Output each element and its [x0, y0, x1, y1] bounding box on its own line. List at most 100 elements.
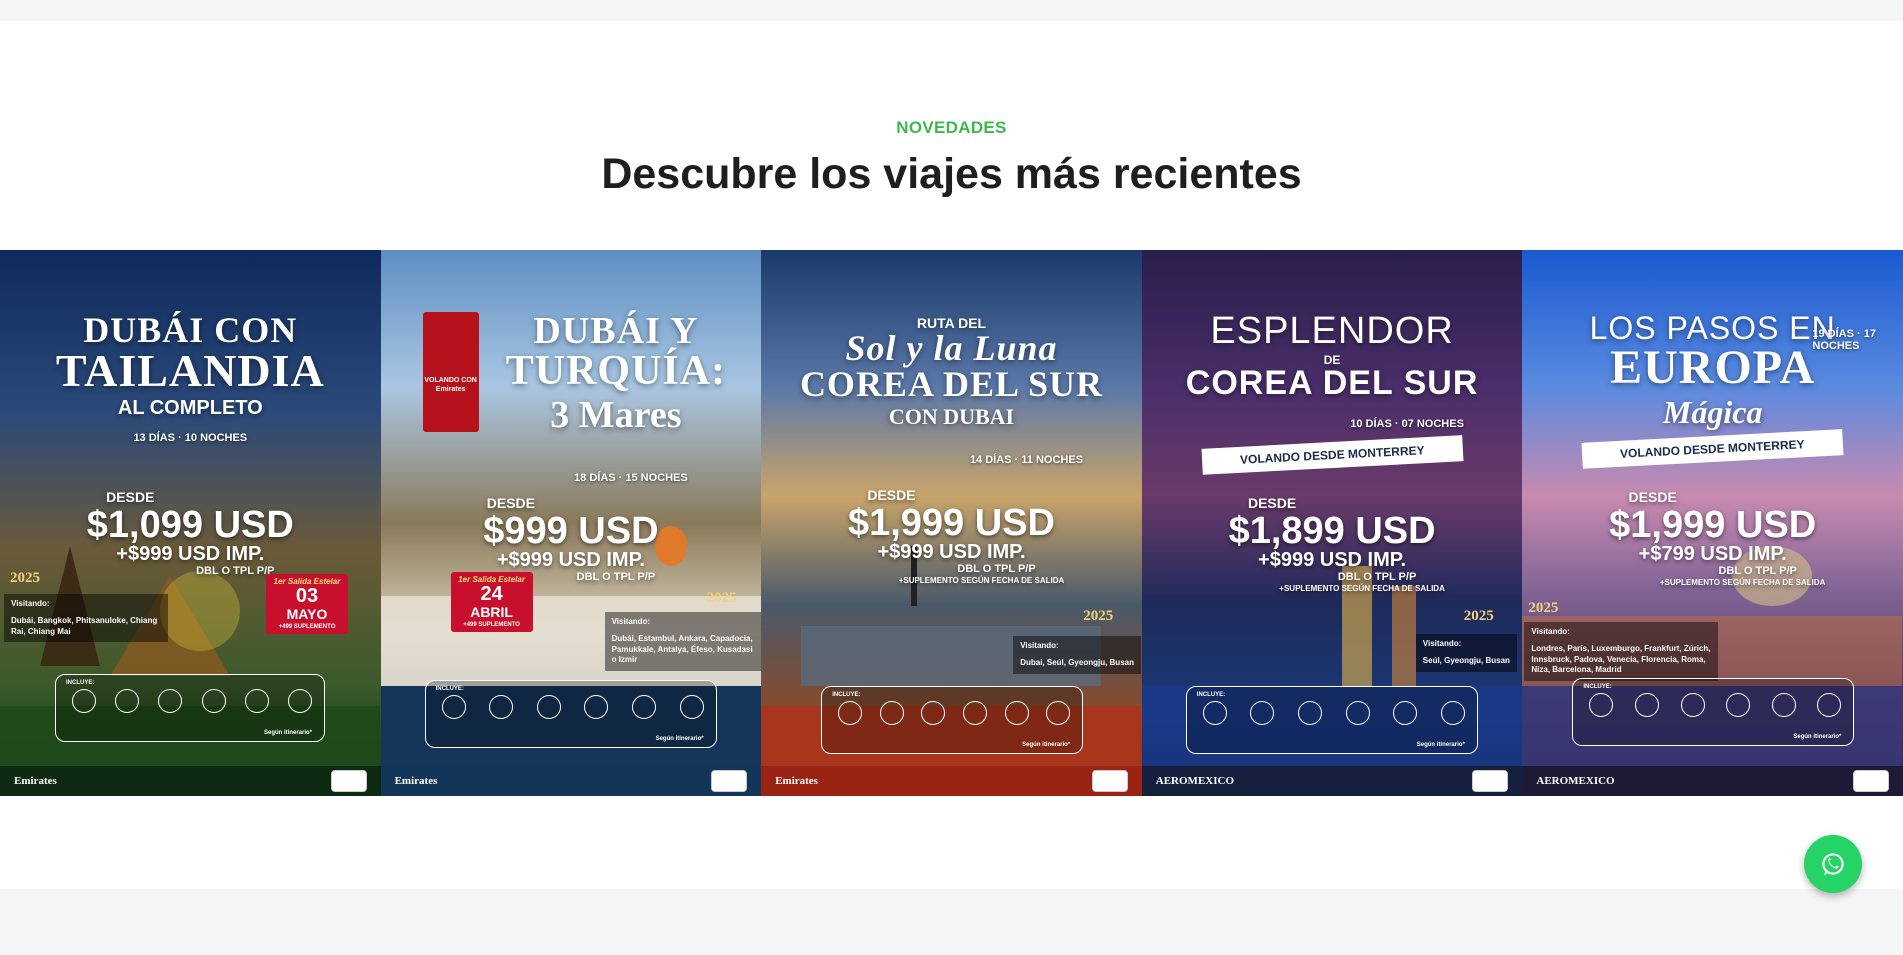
year-tag: 2025 [1463, 608, 1494, 624]
includes-label: INCLUYE: [66, 680, 95, 686]
backpack-icon [1046, 701, 1071, 725]
includes-icons [1202, 701, 1465, 725]
backpack-icon [679, 695, 704, 719]
card-heading: DUBÁI CON TAILANDIA AL COMPLETO [0, 312, 381, 418]
includes-note: Según itinerario* [263, 730, 312, 736]
includes-note: Según itinerario* [655, 736, 704, 742]
price-block: DESDE $1,899 USD +$999 USD IMP. DBL O TP… [1142, 496, 1523, 593]
agency-logo [1472, 770, 1509, 792]
includes-note: Según itinerario* [1793, 734, 1842, 740]
includes-box: INCLUYE: Según itinerario* [55, 674, 325, 742]
trip-card-esplendor-corea[interactable]: ESPLENDOR DE COREA DEL SUR 10 DÍAS · 07 … [1141, 250, 1523, 796]
guide-icon [1771, 693, 1796, 717]
section-title: Descubre los viajes más recientes [601, 150, 1302, 198]
agency-logo [711, 770, 748, 792]
agency-logo [1091, 770, 1128, 792]
price-main: $1,899 USD [1228, 510, 1436, 552]
card-heading: ESPLENDOR DE COREA DEL SUR [1142, 312, 1523, 400]
trip-card-corea-dubai[interactable]: RUTA DEL Sol y la Luna COREA DEL SUR CON… [761, 250, 1142, 796]
price-taxes: +$799 USD IMP. [1638, 543, 1787, 565]
price-supplement: +SUPLEMENTO SEGÚN FECHA DE SALIDA [1279, 584, 1445, 593]
star-note: +499 SUPLEMENTO [463, 622, 520, 629]
bus-icon [1250, 701, 1275, 725]
price-block: DESDE $1,099 USD +$999 USD IMP. DBL O TP… [0, 490, 381, 577]
bus-icon [879, 701, 904, 725]
visit-list: Visitando: Seúl, Gyeongju, Busan [1415, 634, 1517, 672]
includes-icons [72, 689, 312, 713]
backpack-icon [1440, 701, 1465, 725]
price-main: $1,099 USD [86, 504, 294, 546]
airline-logo: AEROMEXICO [1155, 775, 1235, 787]
visit-title: Visitando: [1020, 641, 1059, 650]
hotel-icon [536, 695, 561, 719]
bus-icon [489, 695, 514, 719]
trip-card-dubai-turquia[interactable]: VOLANDO CON Emirates DUBÁI Y TURQUÍA: 3 … [380, 250, 762, 796]
visit-list: Visitando: Londres, París, Luxemburgo, F… [1524, 622, 1719, 682]
star-day: 03 [295, 585, 319, 608]
heading-line-2: COREA DEL SUR [1185, 364, 1479, 402]
heading-line-3: 3 Mares [550, 394, 682, 436]
star-month: MAYO [286, 606, 328, 623]
price-main: $1,999 USD [847, 502, 1055, 544]
airline-logo: Emirates [14, 775, 57, 787]
includes-box: INCLUYE: Según itinerario* [424, 680, 717, 748]
heading-line-2: COREA DEL SUR [799, 364, 1104, 404]
meal-icon [1726, 693, 1751, 717]
bus-icon [115, 689, 140, 713]
guide-icon [631, 695, 656, 719]
hotel-icon [158, 689, 183, 713]
plane-icon [441, 695, 466, 719]
agency-logo [330, 770, 367, 792]
trip-duration: 13 DÍAS · 10 NOCHES [133, 432, 248, 444]
price-occupancy: DBL O TPL P/P [1718, 565, 1797, 577]
guide-icon [1393, 701, 1418, 725]
includes-box: INCLUYE: Según itinerario* [1572, 678, 1855, 746]
card-footer: Emirates [380, 766, 762, 796]
visit-places: Seúl, Gyeongju, Busan [1422, 655, 1510, 665]
heading-line-2: TURQUÍA: [505, 348, 727, 394]
price-desde: DESDE [486, 495, 535, 511]
visit-title: Visitando: [611, 617, 651, 626]
trip-card-europa-magica[interactable]: LOS PASOS EN EUROPA Mágica 19 DÍAS · 17 … [1522, 250, 1903, 796]
price-supplement: +SUPLEMENTO SEGÚN FECHA DE SALIDA [898, 576, 1065, 585]
price-block: DESDE $1,999 USD +$999 USD IMP. DBL O TP… [761, 488, 1142, 585]
includes-box: INCLUYE: Según itinerario* [1185, 686, 1478, 754]
agency-logo [1852, 770, 1889, 792]
trip-duration: 18 DÍAS · 15 NOCHES [574, 472, 688, 484]
star-departure-badge: 1er Salida Estelar 03 MAYO +499 SUPLEMEN… [266, 574, 348, 635]
includes-label: INCLUYE: [832, 692, 861, 698]
trip-duration: 10 DÍAS · 07 NOCHES [1350, 418, 1464, 430]
guide-icon [244, 689, 269, 713]
airline-logo: Emirates [394, 775, 438, 787]
card-heading: DUBÁI Y TURQUÍA: 3 Mares [471, 312, 762, 434]
visit-places: Dubái, Bangkok, Phitsanuloke, Chiang Rai… [11, 615, 158, 636]
visit-title: Visitando: [11, 599, 50, 608]
price-taxes: +$999 USD IMP. [116, 543, 265, 565]
card-footer: AEROMEXICO [1141, 766, 1523, 796]
heading-line-1: DUBÁI CON [83, 310, 298, 350]
trip-duration: 14 DÍAS · 11 NOCHES [969, 454, 1084, 466]
plane-icon [1589, 693, 1614, 717]
trips-carousel[interactable]: DUBÁI CON TAILANDIA AL COMPLETO 13 DÍAS … [0, 250, 1903, 796]
heading-line-1: Sol y la Luna [845, 328, 1058, 368]
card-footer: AEROMEXICO [1522, 766, 1903, 796]
trip-card-dubai-tailandia[interactable]: DUBÁI CON TAILANDIA AL COMPLETO 13 DÍAS … [0, 250, 381, 796]
visit-list: Visitando: Dubái, Estambul, Ankara, Capa… [604, 612, 762, 672]
whatsapp-button[interactable] [1804, 835, 1862, 893]
star-day: 24 [480, 583, 503, 606]
card-footer: Emirates [761, 766, 1142, 796]
includes-label: INCLUYE: [1196, 692, 1226, 698]
heading-line-1: ESPLENDOR [1210, 310, 1454, 352]
backpack-icon [1817, 693, 1842, 717]
star-departure-badge: 1er Salida Estelar 24 ABRIL +499 SUPLEME… [450, 572, 533, 633]
plane-icon [838, 701, 863, 725]
heading-line-3: AL COMPLETO [117, 397, 263, 419]
visit-places: Londres, París, Luxemburgo, Frankfurt, Z… [1531, 643, 1711, 675]
price-occupancy: DBL O TPL P/P [1337, 571, 1417, 583]
price-main: $1,999 USD [1609, 504, 1817, 546]
star-month: ABRIL [470, 604, 513, 621]
visit-places: Dubai, Seúl, Gyeongju, Busan [1020, 657, 1134, 667]
heading-line-1: DUBÁI Y [533, 310, 699, 352]
trip-duration: 19 DÍAS · 17 NOCHES [1812, 328, 1876, 352]
card-footer: Emirates [0, 766, 381, 796]
